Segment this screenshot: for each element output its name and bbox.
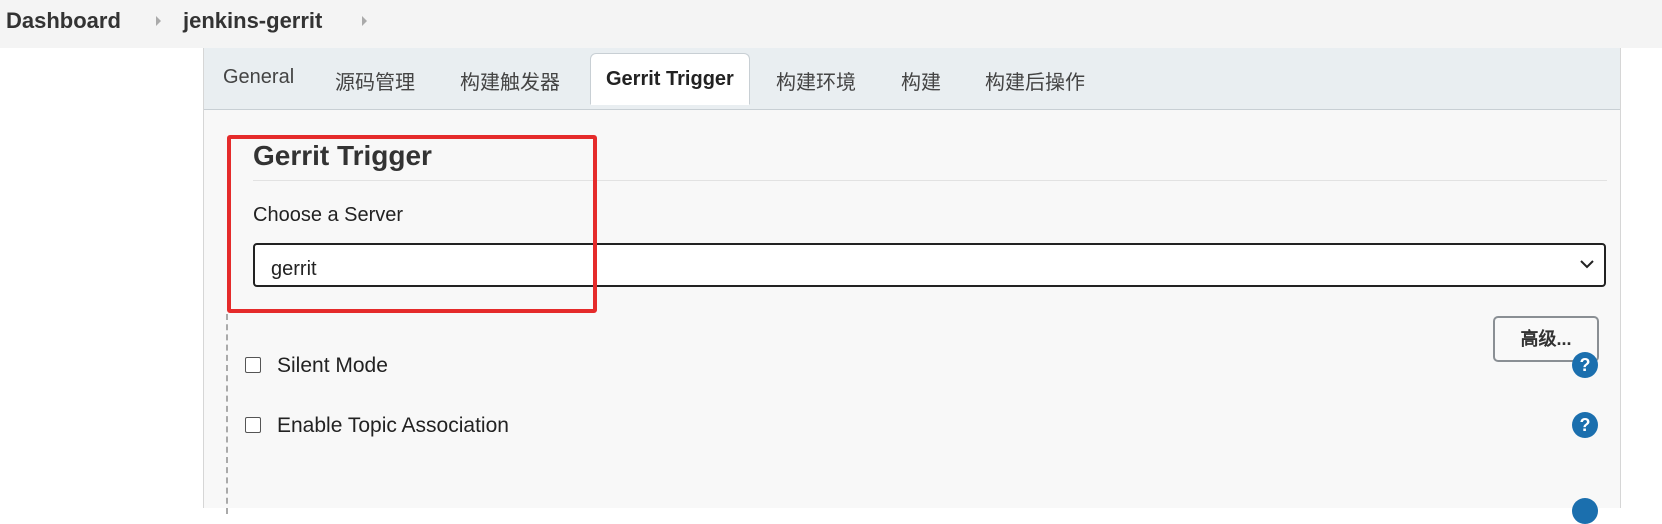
tab-build-environment[interactable]: 构建环境 xyxy=(776,66,856,95)
breadcrumb: Dashboard jenkins-gerrit xyxy=(0,0,1662,48)
question-mark-circle-icon[interactable]: ? xyxy=(1572,412,1598,438)
caret-right-icon xyxy=(156,16,161,26)
tab-source-code-management[interactable]: 源码管理 xyxy=(335,66,415,95)
topic-association-label[interactable]: Enable Topic Association xyxy=(277,414,509,438)
chevron-down-icon xyxy=(1580,260,1594,269)
tab-post-build-actions[interactable]: 构建后操作 xyxy=(985,66,1085,95)
tab-gerrit-trigger[interactable]: Gerrit Trigger xyxy=(590,53,750,105)
question-mark-circle-icon[interactable]: ? xyxy=(1572,352,1598,378)
section-title: Gerrit Trigger xyxy=(253,140,432,171)
caret-right-icon[interactable] xyxy=(362,16,367,26)
silent-mode-checkbox[interactable] xyxy=(245,357,261,373)
tab-build[interactable]: 构建 xyxy=(901,66,941,95)
question-mark-circle-icon[interactable] xyxy=(1572,498,1598,524)
breadcrumb-dashboard[interactable]: Dashboard xyxy=(6,8,121,34)
server-select-value: gerrit xyxy=(271,258,317,280)
tab-general[interactable]: General xyxy=(223,66,294,89)
server-field-label: Choose a Server xyxy=(253,204,404,226)
breadcrumb-job[interactable]: jenkins-gerrit xyxy=(183,8,322,34)
topic-association-checkbox[interactable] xyxy=(245,417,261,433)
job-config-panel: General 源码管理 构建触发器 Gerrit Trigger 构建环境 构… xyxy=(203,48,1621,524)
section-nesting-rail xyxy=(226,314,228,514)
server-select[interactable]: gerrit xyxy=(253,243,1606,287)
silent-mode-label[interactable]: Silent Mode xyxy=(277,354,388,378)
section-divider xyxy=(253,180,1607,181)
config-tabbar: General 源码管理 构建触发器 Gerrit Trigger 构建环境 构… xyxy=(204,48,1620,110)
tab-build-triggers[interactable]: 构建触发器 xyxy=(460,66,560,95)
